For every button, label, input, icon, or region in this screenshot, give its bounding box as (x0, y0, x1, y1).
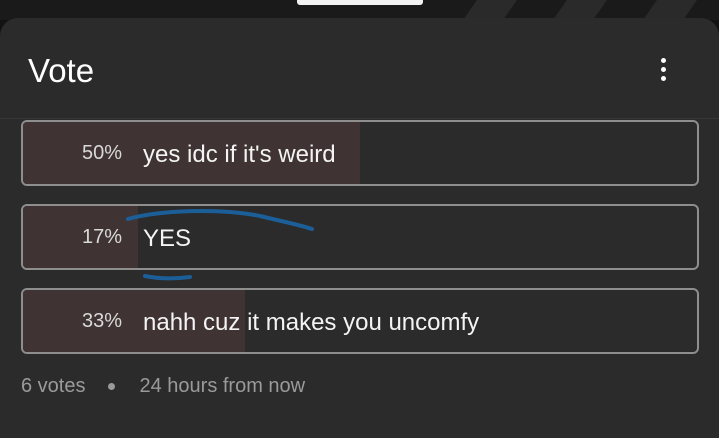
background-stripe (531, 0, 629, 20)
poll-option[interactable]: 17% YES (21, 204, 699, 270)
separator-dot (108, 382, 116, 390)
poll-option[interactable]: 33% nahh cuz it makes you uncomfy (21, 288, 699, 354)
more-vertical-icon-dot (660, 66, 666, 72)
drag-handle[interactable] (297, 0, 423, 5)
background-post-strip (0, 0, 719, 20)
vote-header: Vote (0, 18, 719, 119)
background-stripe (621, 0, 719, 20)
more-vertical-icon-dot (660, 75, 666, 81)
more-vertical-icon (660, 57, 666, 63)
option-percentage: 33% (81, 310, 122, 332)
background-stripe (441, 0, 539, 20)
option-percentage: 50% (81, 142, 122, 164)
option-label: nahh cuz it makes you uncomfy (143, 309, 480, 336)
option-percentage: 17% (81, 226, 122, 248)
more-options-button[interactable] (648, 54, 678, 84)
poll-options: 50% yes idc if it's weird 17% YES 33% na… (21, 120, 699, 372)
poll-meta: 6 votes 24 hours from now (21, 373, 305, 399)
page-title: Vote (28, 52, 95, 89)
option-label: YES (143, 225, 192, 252)
poll-option[interactable]: 50% yes idc if it's weird (21, 120, 699, 186)
option-label: yes idc if it's weird (143, 141, 336, 168)
vote-count: 6 votes (21, 375, 86, 397)
time-remaining: 24 hours from now (139, 375, 306, 397)
